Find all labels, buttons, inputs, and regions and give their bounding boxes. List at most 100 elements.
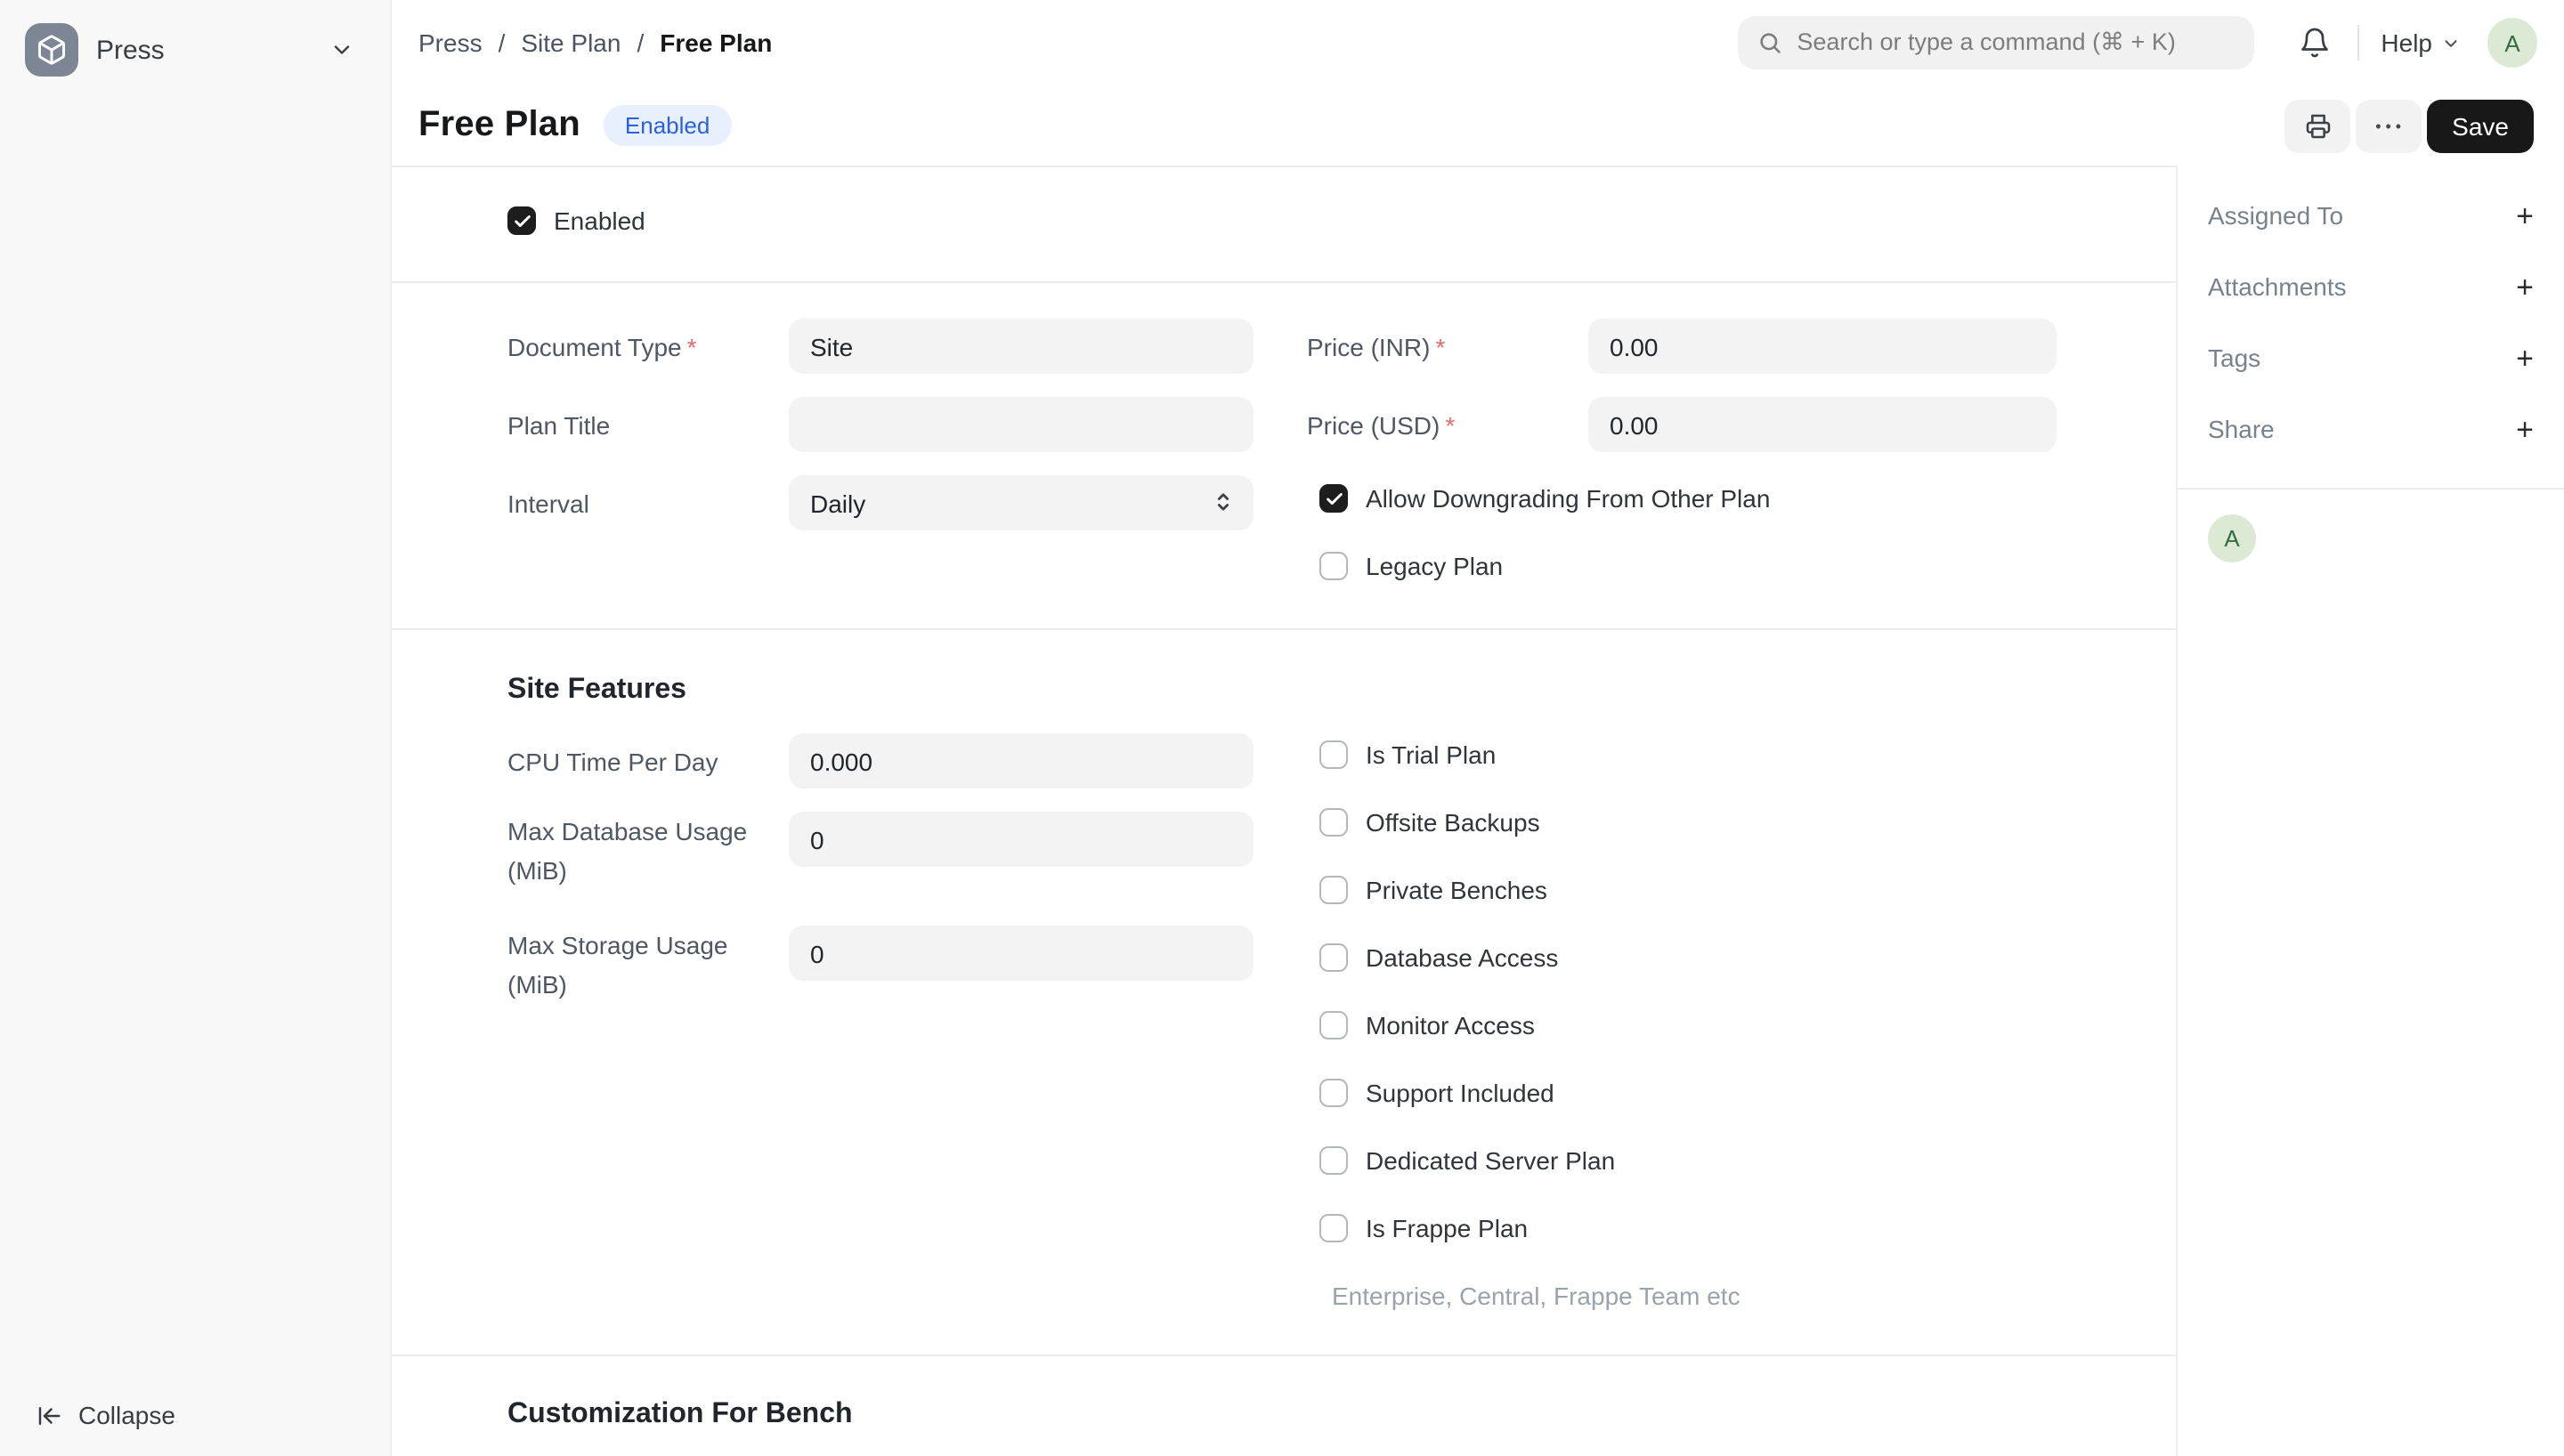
price-inr-input[interactable]: 0.00 [1588, 319, 2057, 374]
required-mark: * [1445, 410, 1455, 439]
ellipsis-icon: ••• [2372, 117, 2406, 134]
workspace-label: Press [96, 35, 165, 65]
site-feature-checkbox-row[interactable]: Dedicated Server Plan [1319, 1145, 2057, 1177]
field-label: Plan Title [507, 405, 789, 444]
interval-select[interactable]: Daily [789, 475, 1254, 530]
notifications-button[interactable] [2293, 21, 2336, 64]
allow-downgrading-checkbox-row[interactable]: Allow Downgrading From Other Plan [1319, 477, 2057, 520]
enabled-checkbox[interactable] [507, 206, 536, 235]
document-header: Free Plan Enabled ••• Save [392, 85, 2564, 166]
field-plan-title: Plan Title [507, 397, 1254, 452]
field-label: Interval [507, 483, 789, 522]
breadcrumb-separator: / [499, 28, 506, 57]
tags-row[interactable]: Tags + [2208, 322, 2534, 393]
is-frappe-plan-helper-text: Enterprise, Central, Frappe Team etc [1332, 1280, 2057, 1312]
search-input[interactable]: Search or type a command (⌘ + K) [1738, 16, 2254, 69]
breadcrumb-item-site-plan[interactable]: Site Plan [521, 28, 621, 57]
breadcrumb-item-press[interactable]: Press [418, 28, 483, 57]
attachments-row[interactable]: Attachments + [2208, 251, 2534, 322]
chevron-down-icon [2441, 33, 2461, 53]
side-panel-divider [2178, 488, 2564, 489]
viewer-avatar: A [2208, 514, 2256, 562]
price-usd-input[interactable]: 0.00 [1588, 397, 2057, 452]
chevron-down-icon [329, 37, 354, 62]
topbar: Press / Site Plan / Free Plan Search or … [392, 0, 2564, 85]
legacy-plan-checkbox-row[interactable]: Legacy Plan [1319, 545, 2057, 587]
site-feature-checkbox-row[interactable]: Support Included [1319, 1077, 2057, 1109]
document-form: Enabled Document Type* Site Plan Title [392, 166, 2176, 1456]
field-cpu-time: CPU Time Per Day 0.000 [507, 733, 1254, 789]
field-interval: Interval Daily [507, 475, 1254, 530]
press-app-icon [25, 23, 78, 77]
site-feature-checkbox-row[interactable]: Offsite Backups [1319, 806, 2057, 838]
legacy-plan-checkbox[interactable] [1319, 552, 1348, 580]
user-avatar[interactable]: A [2487, 18, 2537, 68]
site-feature-checkbox[interactable] [1319, 1146, 1348, 1175]
document-type-input[interactable]: Site [789, 319, 1254, 374]
site-feature-checkbox-row[interactable]: Is Trial Plan [1319, 739, 2057, 771]
share-row[interactable]: Share + [2208, 393, 2534, 465]
collapse-label: Collapse [78, 1401, 175, 1429]
topbar-divider [2357, 25, 2359, 61]
site-feature-checkbox-row[interactable]: Monitor Access [1319, 1009, 2057, 1041]
field-max-storage-usage: Max Storage Usage (MiB) 0 [507, 926, 1254, 1004]
field-label: Price (USD)* [1307, 405, 1588, 444]
field-label: CPU Time Per Day [507, 741, 789, 781]
allow-downgrading-checkbox[interactable] [1319, 484, 1348, 513]
field-label: Document Type* [507, 327, 789, 366]
site-feature-checkbox[interactable] [1319, 1214, 1348, 1242]
field-document-type: Document Type* Site [507, 319, 1254, 374]
select-arrows-icon [1211, 489, 1236, 514]
section-heading-customization: Customization For Bench [507, 1397, 2060, 1431]
workspace-switcher[interactable]: Press [0, 0, 390, 77]
site-features-checkbox-list: Is Trial Plan Offsite Backups Private Benc… [1319, 739, 2057, 1312]
sidebar-collapse-button[interactable]: Collapse [36, 1401, 175, 1429]
field-max-database-usage: Max Database Usage (MiB) 0 [507, 812, 1254, 890]
page-title: Free Plan [418, 105, 580, 146]
help-menu[interactable]: Help [2381, 28, 2461, 57]
enabled-checkbox-row[interactable]: Enabled [507, 205, 2060, 237]
status-badge: Enabled [604, 105, 731, 146]
plus-icon[interactable]: + [2516, 414, 2534, 444]
enabled-checkbox-label: Enabled [554, 205, 645, 237]
collapse-icon [36, 1402, 62, 1428]
assigned-to-row[interactable]: Assigned To + [2208, 180, 2534, 251]
max-storage-usage-input[interactable]: 0 [789, 926, 1254, 981]
field-label: Price (INR)* [1307, 327, 1588, 366]
cpu-time-input[interactable]: 0.000 [789, 733, 1254, 789]
site-feature-checkbox-row[interactable]: Is Frappe Plan [1319, 1212, 2057, 1244]
site-feature-checkbox[interactable] [1319, 876, 1348, 904]
breadcrumb-separator: / [637, 28, 644, 57]
checkmark-icon [1324, 489, 1343, 508]
field-price-usd: Price (USD)* 0.00 [1307, 397, 2057, 452]
left-sidebar: Press Collapse [0, 0, 392, 1456]
plus-icon[interactable]: + [2516, 271, 2534, 302]
plus-icon[interactable]: + [2516, 200, 2534, 231]
help-label: Help [2381, 28, 2432, 57]
plus-icon[interactable]: + [2516, 343, 2534, 373]
search-icon [1757, 30, 1782, 55]
site-feature-checkbox[interactable] [1319, 943, 1348, 972]
required-mark: * [1435, 332, 1445, 360]
required-mark: * [687, 332, 697, 360]
bell-icon [2299, 27, 2331, 59]
field-price-inr: Price (INR)* 0.00 [1307, 319, 2057, 374]
site-feature-checkbox[interactable] [1319, 808, 1348, 837]
save-button[interactable]: Save [2427, 99, 2534, 152]
site-feature-checkbox-row[interactable]: Private Benches [1319, 874, 2057, 906]
print-button[interactable] [2284, 99, 2350, 152]
site-feature-checkbox[interactable] [1319, 740, 1348, 769]
checkmark-icon [512, 211, 531, 231]
printer-icon [2303, 111, 2332, 140]
more-actions-button[interactable]: ••• [2356, 99, 2422, 152]
plan-title-input[interactable] [789, 397, 1254, 452]
site-feature-checkbox[interactable] [1319, 1011, 1348, 1039]
site-feature-checkbox[interactable] [1319, 1079, 1348, 1107]
document-side-panel: Assigned To + Attachments + Tags + Share… [2176, 166, 2564, 1456]
breadcrumb-item-current: Free Plan [660, 28, 772, 57]
field-label: Max Storage Usage (MiB) [507, 926, 789, 1004]
breadcrumb: Press / Site Plan / Free Plan [418, 28, 772, 57]
site-feature-checkbox-row[interactable]: Database Access [1319, 942, 2057, 974]
max-database-usage-input[interactable]: 0 [789, 812, 1254, 867]
search-placeholder: Search or type a command (⌘ + K) [1797, 28, 2175, 57]
